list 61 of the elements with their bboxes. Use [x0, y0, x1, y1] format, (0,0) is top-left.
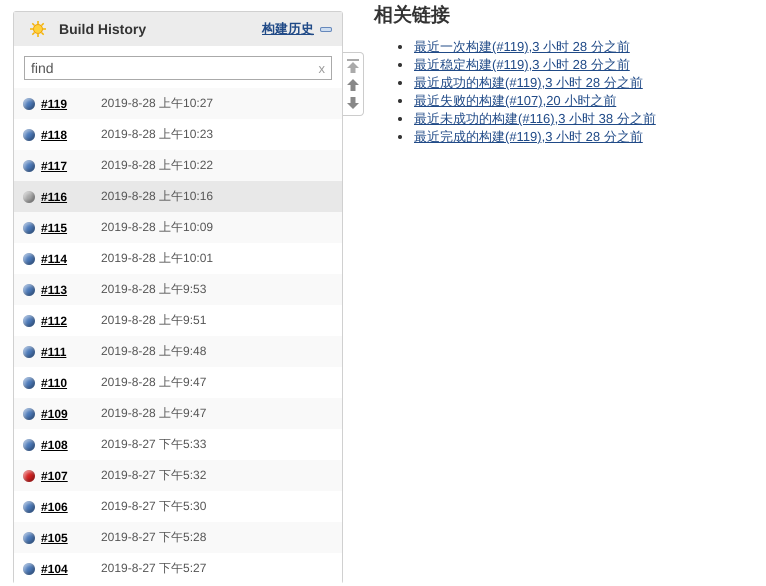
bullet-icon	[398, 99, 402, 103]
build-time: 2019-8-28 上午10:27	[101, 95, 214, 112]
related-link[interactable]: 最近成功的构建(#119),3 小时 28 分之前	[414, 74, 643, 92]
build-link[interactable]: #114	[41, 252, 101, 266]
build-time: 2019-8-28 上午10:16	[101, 188, 214, 205]
build-link[interactable]: #116	[41, 190, 101, 204]
bullet-icon	[398, 81, 402, 85]
build-link[interactable]: #109	[41, 406, 101, 420]
build-time: 2019-8-28 上午9:47	[101, 405, 206, 422]
sun-icon	[29, 20, 47, 38]
build-row[interactable]: #107 2019-8-27 下午5:32	[14, 460, 342, 491]
build-row[interactable]: #105 2019-8-27 下午5:28	[14, 522, 342, 553]
scroll-top-icon[interactable]	[347, 59, 359, 73]
collapse-icon[interactable]	[320, 26, 332, 32]
build-link[interactable]: #110	[41, 376, 101, 390]
build-time: 2019-8-27 下午5:32	[101, 467, 206, 484]
related-link[interactable]: 最近未成功的构建(#116),3 小时 38 分之前	[414, 110, 656, 128]
build-link[interactable]: #105	[41, 530, 101, 544]
build-row[interactable]: #109 2019-8-28 上午9:47	[14, 398, 342, 429]
build-row[interactable]: #113 2019-8-28 上午9:53	[14, 274, 342, 305]
related-link[interactable]: 最近一次构建(#119),3 小时 28 分之前	[414, 38, 630, 56]
build-time: 2019-8-28 上午10:23	[101, 126, 214, 143]
build-time: 2019-8-27 下午5:28	[101, 529, 206, 546]
build-link[interactable]: #104	[41, 562, 101, 576]
bullet-icon	[398, 45, 402, 49]
build-row[interactable]: #111 2019-8-28 上午9:48	[14, 336, 342, 367]
build-time: 2019-8-28 上午10:01	[101, 250, 214, 267]
build-row[interactable]: #115 2019-8-28 上午10:09	[14, 212, 342, 243]
related-link[interactable]: 最近完成的构建(#119),3 小时 28 分之前	[414, 128, 643, 146]
bullet-icon	[398, 135, 402, 139]
build-time: 2019-8-28 上午9:51	[101, 312, 206, 329]
build-row[interactable]: #119 2019-8-28 上午10:27	[14, 88, 342, 119]
related-link[interactable]: 最近失败的构建(#107),20 小时之前	[414, 92, 616, 110]
build-time: 2019-8-28 上午9:53	[101, 281, 206, 298]
bullet-icon	[398, 117, 402, 121]
build-time: 2019-8-27 下午5:33	[101, 436, 206, 453]
bullet-icon	[398, 63, 402, 67]
panel-title: Build History	[59, 21, 148, 37]
build-link[interactable]: #106	[41, 500, 101, 514]
build-link[interactable]: #118	[41, 128, 101, 142]
build-time: 2019-8-28 上午10:22	[101, 157, 214, 174]
build-link[interactable]: #113	[41, 282, 101, 296]
build-link[interactable]: #117	[41, 158, 101, 172]
build-link[interactable]: #107	[41, 468, 101, 482]
build-row[interactable]: #117 2019-8-28 上午10:22	[14, 150, 342, 181]
build-link[interactable]: #119	[41, 96, 101, 110]
build-link[interactable]: #108	[41, 438, 101, 452]
build-link[interactable]: #115	[41, 220, 101, 234]
related-link[interactable]: 最近稳定构建(#119),3 小时 28 分之前	[414, 56, 630, 74]
build-time: 2019-8-28 上午9:47	[101, 374, 206, 391]
build-link[interactable]: #111	[41, 344, 101, 358]
trend-link[interactable]: 构建历史	[262, 20, 314, 38]
build-link[interactable]: #112	[41, 314, 101, 328]
build-row[interactable]: #116 2019-8-28 上午10:16	[14, 181, 342, 212]
scroll-up-icon[interactable]	[347, 79, 359, 91]
build-time: 2019-8-28 上午10:09	[101, 219, 214, 236]
build-time: 2019-8-27 下午5:27	[101, 560, 206, 577]
scroll-down-icon[interactable]	[347, 97, 359, 109]
build-time: 2019-8-28 上午9:48	[101, 343, 206, 360]
build-time: 2019-8-27 下午5:30	[101, 498, 206, 515]
section-heading: 相关链接	[374, 4, 451, 28]
